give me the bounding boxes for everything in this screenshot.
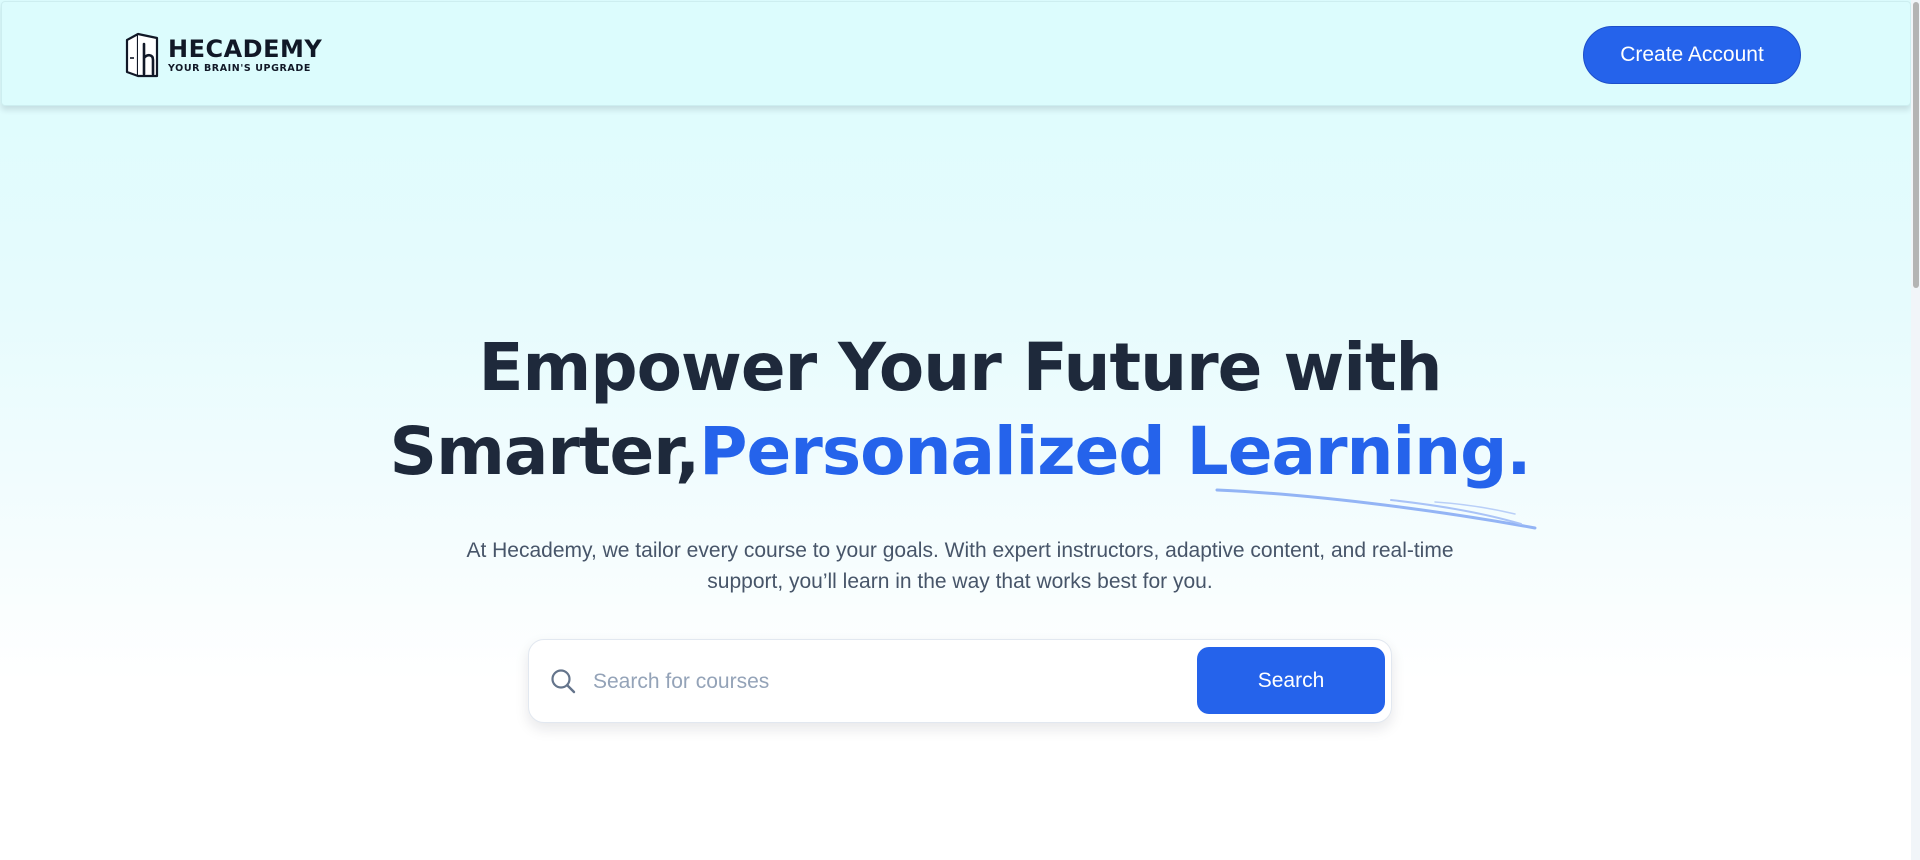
create-account-button[interactable]: Create Account [1583,26,1801,84]
hecademy-logo-icon [125,32,159,78]
underline-swoosh-decoration [1215,488,1537,530]
hero-subtitle: At Hecademy, we tailor every course to y… [466,539,1454,593]
hero-title-line2-plain: Smarter, [389,413,701,490]
search-bar: Search [528,639,1392,723]
logo-title: HECADEMY [168,34,323,63]
site-header: HECADEMY YOUR BRAIN'S UPGRADE Create Acc… [1,1,1911,106]
logo-tagline: YOUR BRAIN'S UPGRADE [168,62,311,74]
logo[interactable]: HECADEMY YOUR BRAIN'S UPGRADE [124,32,322,78]
scrollbar-thumb[interactable] [1913,2,1919,288]
search-icon [551,669,576,694]
search-input[interactable] [591,660,1185,704]
search-button[interactable]: Search [1197,647,1385,714]
scrollbar[interactable] [1911,0,1920,860]
hero-title-line2-accent: Personalized Learning. [699,413,1531,490]
hero-title-line1: Empower Your Future with [478,329,1442,406]
hero-title: Empower Your Future with Smarter,Persona… [0,326,1920,494]
